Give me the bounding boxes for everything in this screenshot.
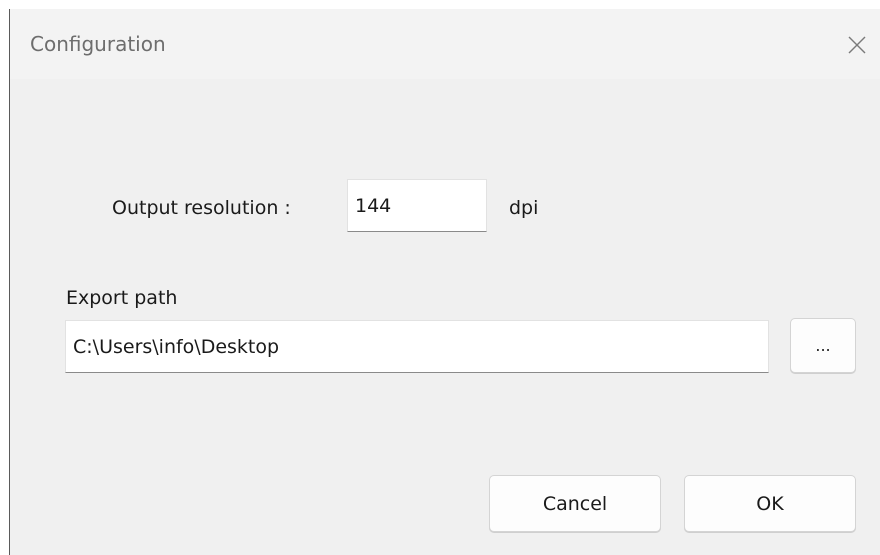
- ok-button-label: OK: [756, 492, 784, 515]
- close-icon: [847, 35, 867, 55]
- cancel-button-label: Cancel: [542, 492, 608, 515]
- configuration-dialog: Configuration Output resolution : dpi Ex…: [9, 9, 880, 555]
- window-title: Configuration: [30, 32, 166, 56]
- browse-button[interactable]: ...: [790, 318, 856, 373]
- export-path-input[interactable]: [65, 320, 769, 373]
- cancel-button[interactable]: Cancel: [489, 475, 661, 532]
- resolution-input[interactable]: [347, 179, 487, 232]
- title-bar: Configuration: [10, 9, 880, 79]
- browse-button-label: ...: [815, 336, 831, 355]
- export-path-label: Export path: [66, 287, 178, 309]
- output-resolution-label: Output resolution :: [112, 197, 291, 219]
- ok-button[interactable]: OK: [684, 475, 856, 532]
- close-button[interactable]: [834, 19, 880, 71]
- dpi-unit-label: dpi: [509, 197, 539, 219]
